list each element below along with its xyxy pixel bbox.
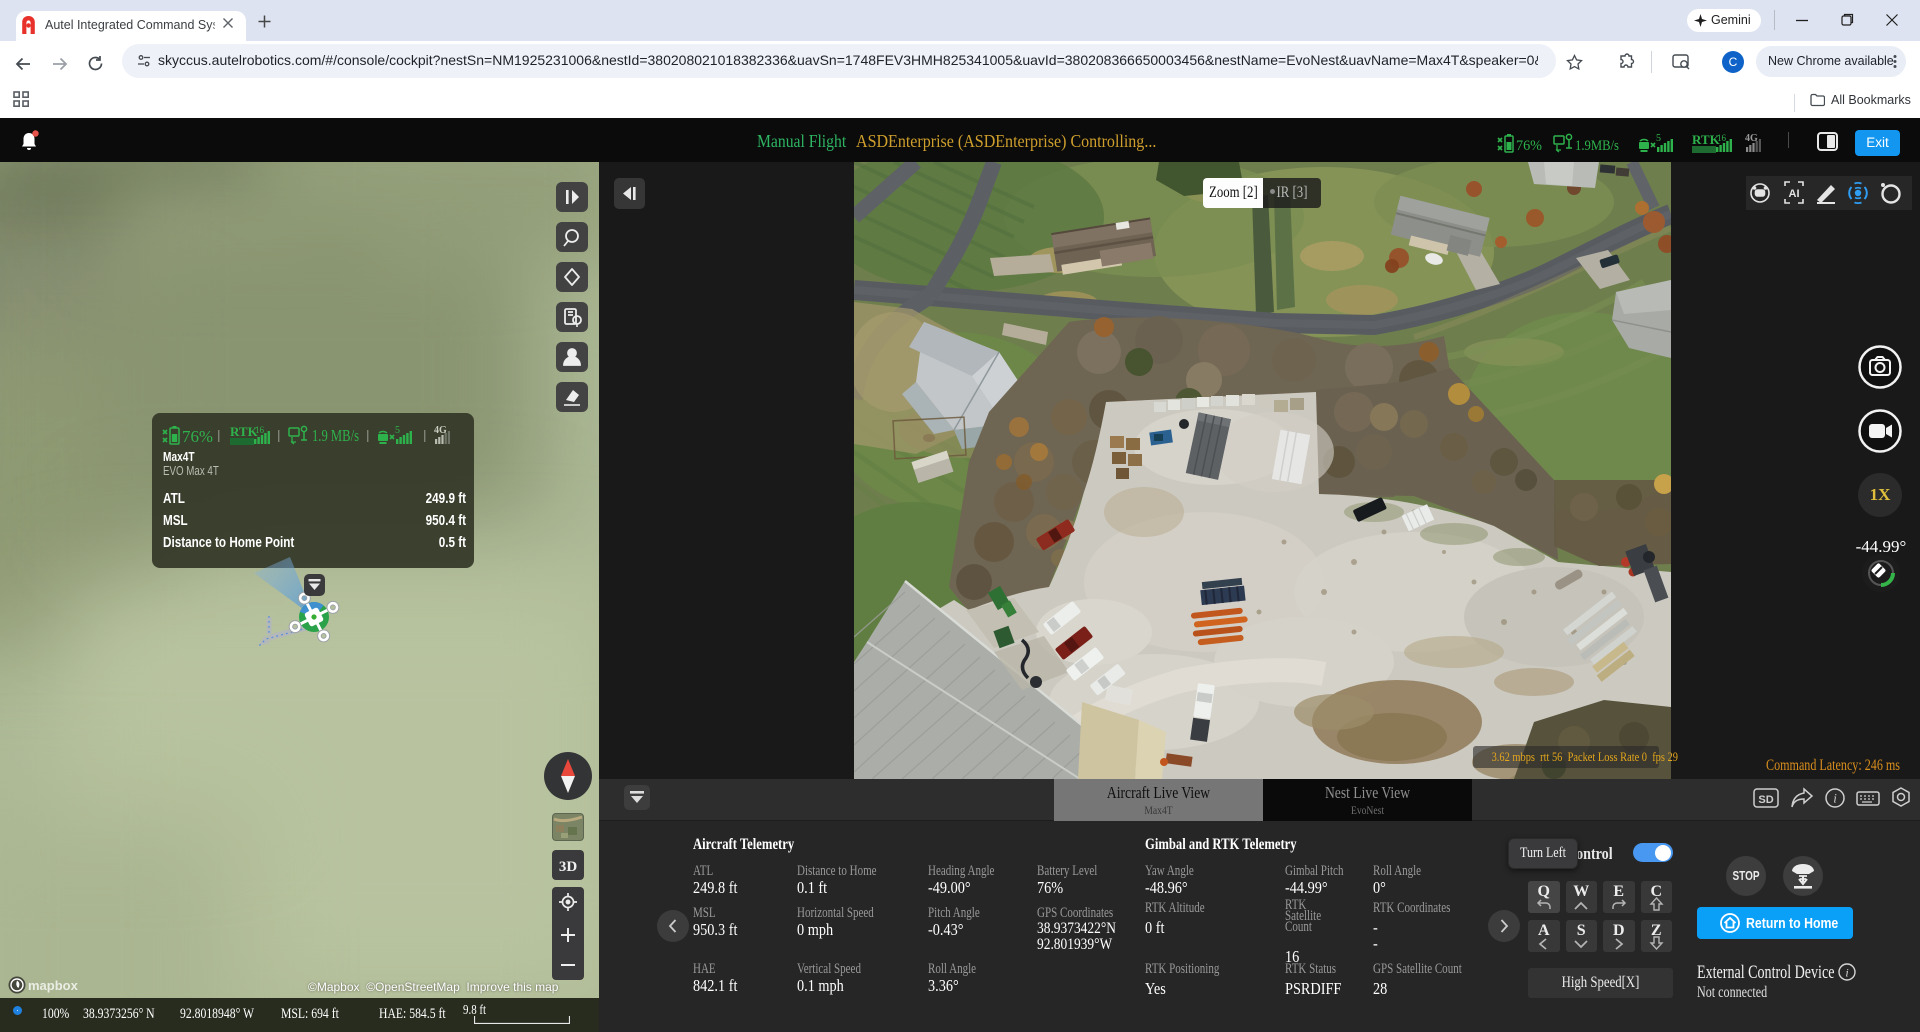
svg-text:5: 5 <box>395 425 400 436</box>
svg-text:AI: AI <box>1789 188 1800 200</box>
svg-text:1.9 MB/s: 1.9 MB/s <box>312 426 359 445</box>
svg-text:16: 16 <box>255 425 265 435</box>
svg-text:1.9MB/s: 1.9MB/s <box>1575 138 1619 154</box>
svg-text:SD: SD <box>1758 794 1773 806</box>
svg-text:3D: 3D <box>559 859 578 875</box>
svg-text:i: i <box>1845 966 1848 980</box>
svg-text:i: i <box>1833 791 1837 806</box>
svg-text:76%: 76% <box>1516 138 1542 154</box>
svg-text:5: 5 <box>1656 133 1661 144</box>
svg-text:76%: 76% <box>182 427 213 446</box>
svg-text:mapbox: mapbox <box>28 978 78 993</box>
svg-text:16: 16 <box>1717 133 1727 143</box>
